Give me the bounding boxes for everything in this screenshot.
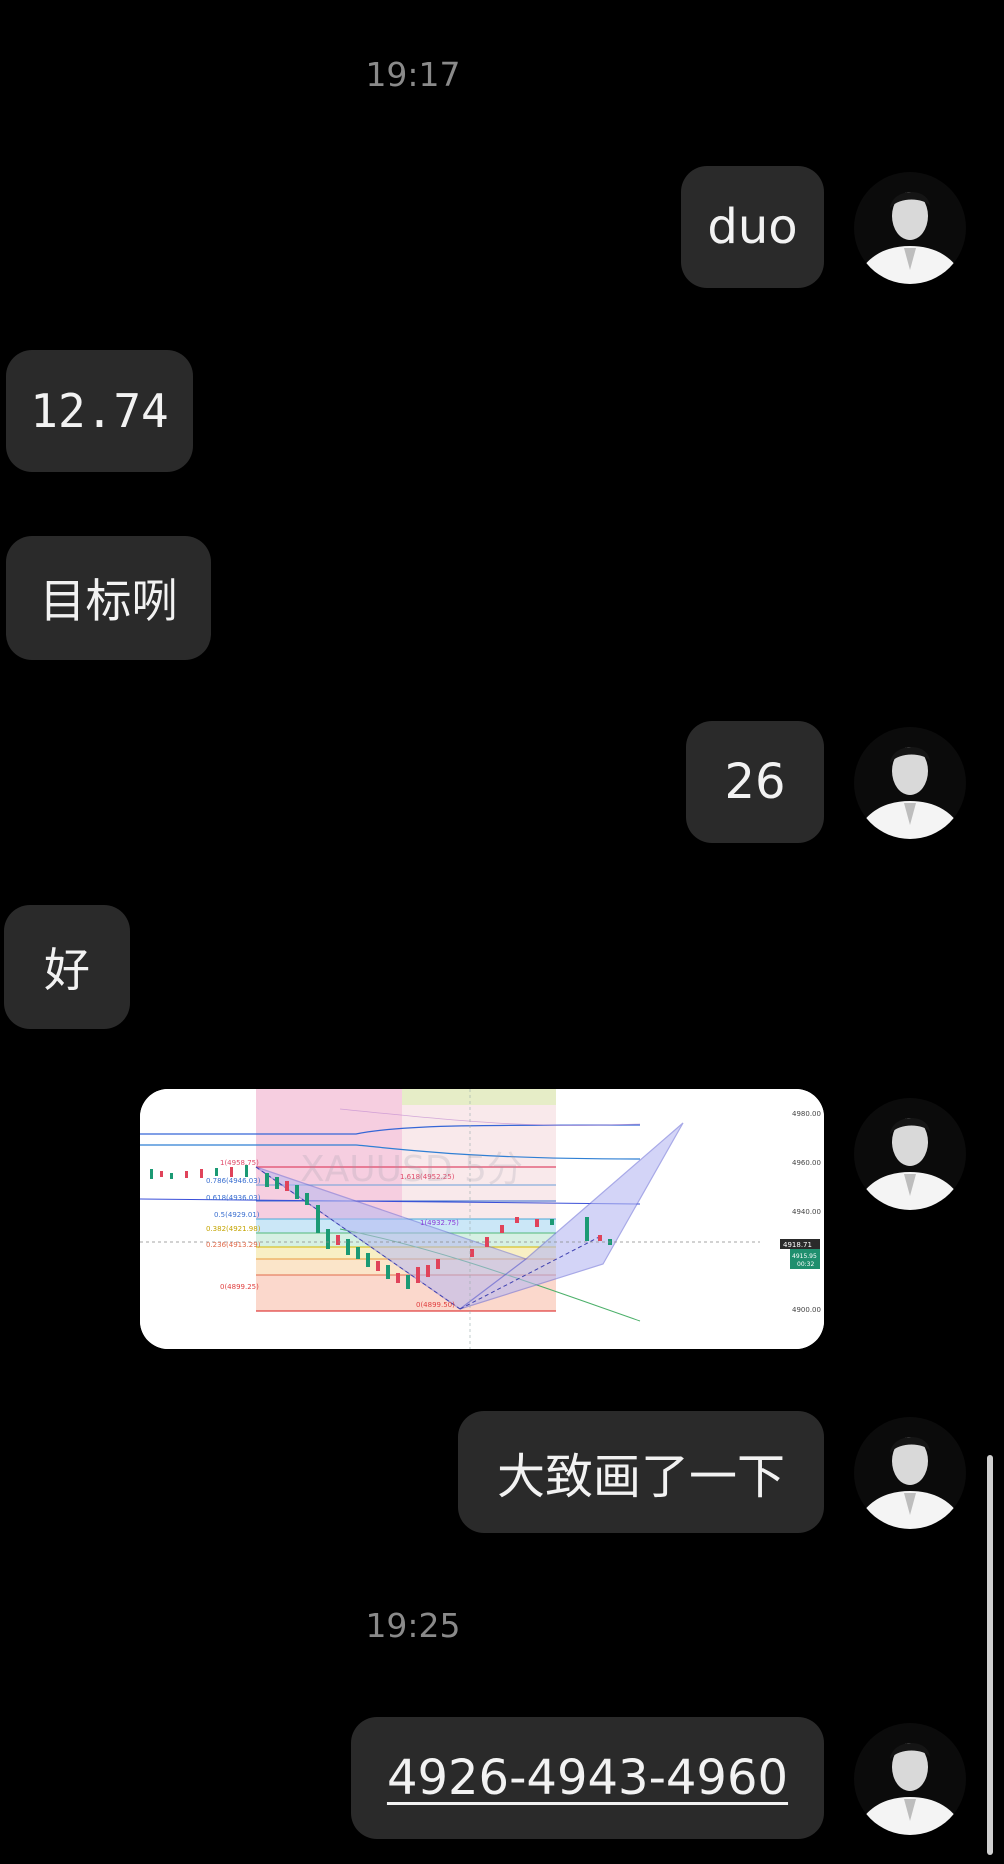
message-bubble-outgoing[interactable]: duo (681, 166, 824, 288)
avatar-icon (854, 172, 966, 284)
message-bubble-outgoing[interactable]: 26 (686, 721, 824, 843)
avatar-icon (854, 1417, 966, 1529)
avatar[interactable] (854, 1417, 966, 1529)
fib-label: 0.786(4946.03) (206, 1177, 261, 1185)
price-tick: 4980.00 (792, 1110, 821, 1118)
avatar[interactable] (854, 1723, 966, 1835)
price-tick: 4940.00 (792, 1208, 821, 1216)
avatar-icon (854, 1723, 966, 1835)
chart-watermark: XAUUSD 5分 (300, 1149, 523, 1190)
fib-label: 0.382(4921.98) (206, 1225, 261, 1233)
message-text: 好 (44, 943, 90, 997)
fib-label: 0(4899.50) (416, 1301, 455, 1309)
message-bubble-incoming[interactable]: 12.74 (6, 350, 193, 472)
chart-screenshot: 1(4958.75) 0.786(4946.03) 0.618(4936.03)… (140, 1089, 824, 1349)
message-text: 大致画了一下 (496, 1449, 785, 1505)
price-tick: 4900.00 (792, 1306, 821, 1314)
price-tick: 4960.00 (792, 1159, 821, 1167)
fib-label: 0(4899.25) (220, 1283, 259, 1291)
avatar-icon (854, 727, 966, 839)
timestamp: 19:25 (365, 1606, 461, 1645)
message-bubble-incoming[interactable]: 目标咧 (6, 536, 211, 660)
fib-label: 0.618(4936.03) (206, 1194, 261, 1202)
avatar[interactable] (854, 727, 966, 839)
message-bubble-outgoing[interactable]: 4926-4943-4960 (351, 1717, 824, 1839)
avatar-icon (854, 1098, 966, 1210)
timer-label: 00:32 (797, 1261, 814, 1268)
fib-label: 0.5(4929.01) (214, 1211, 260, 1219)
message-text: duo (707, 199, 798, 255)
fib-label: 1(4958.75) (220, 1159, 259, 1167)
chart-image-message[interactable]: 1(4958.75) 0.786(4946.03) 0.618(4936.03)… (140, 1089, 824, 1349)
message-bubble-incoming[interactable]: 好 (4, 905, 130, 1029)
timestamp: 19:17 (365, 55, 461, 94)
message-link[interactable]: 4926-4943-4960 (387, 1750, 788, 1806)
message-text: 目标咧 (39, 574, 178, 628)
fib-label: 1(4932.75) (420, 1219, 459, 1227)
avatar[interactable] (854, 172, 966, 284)
message-bubble-outgoing[interactable]: 大致画了一下 (458, 1411, 824, 1533)
price-current-label: 4918.71 (783, 1241, 812, 1249)
avatar[interactable] (854, 1098, 966, 1210)
message-text: 26 (724, 754, 786, 810)
scrollbar[interactable] (987, 1455, 993, 1855)
price-box-label: 4915.95 (792, 1253, 817, 1260)
fib-label: 0.236(4913.29) (206, 1241, 261, 1249)
message-text: 12.74 (30, 384, 169, 438)
